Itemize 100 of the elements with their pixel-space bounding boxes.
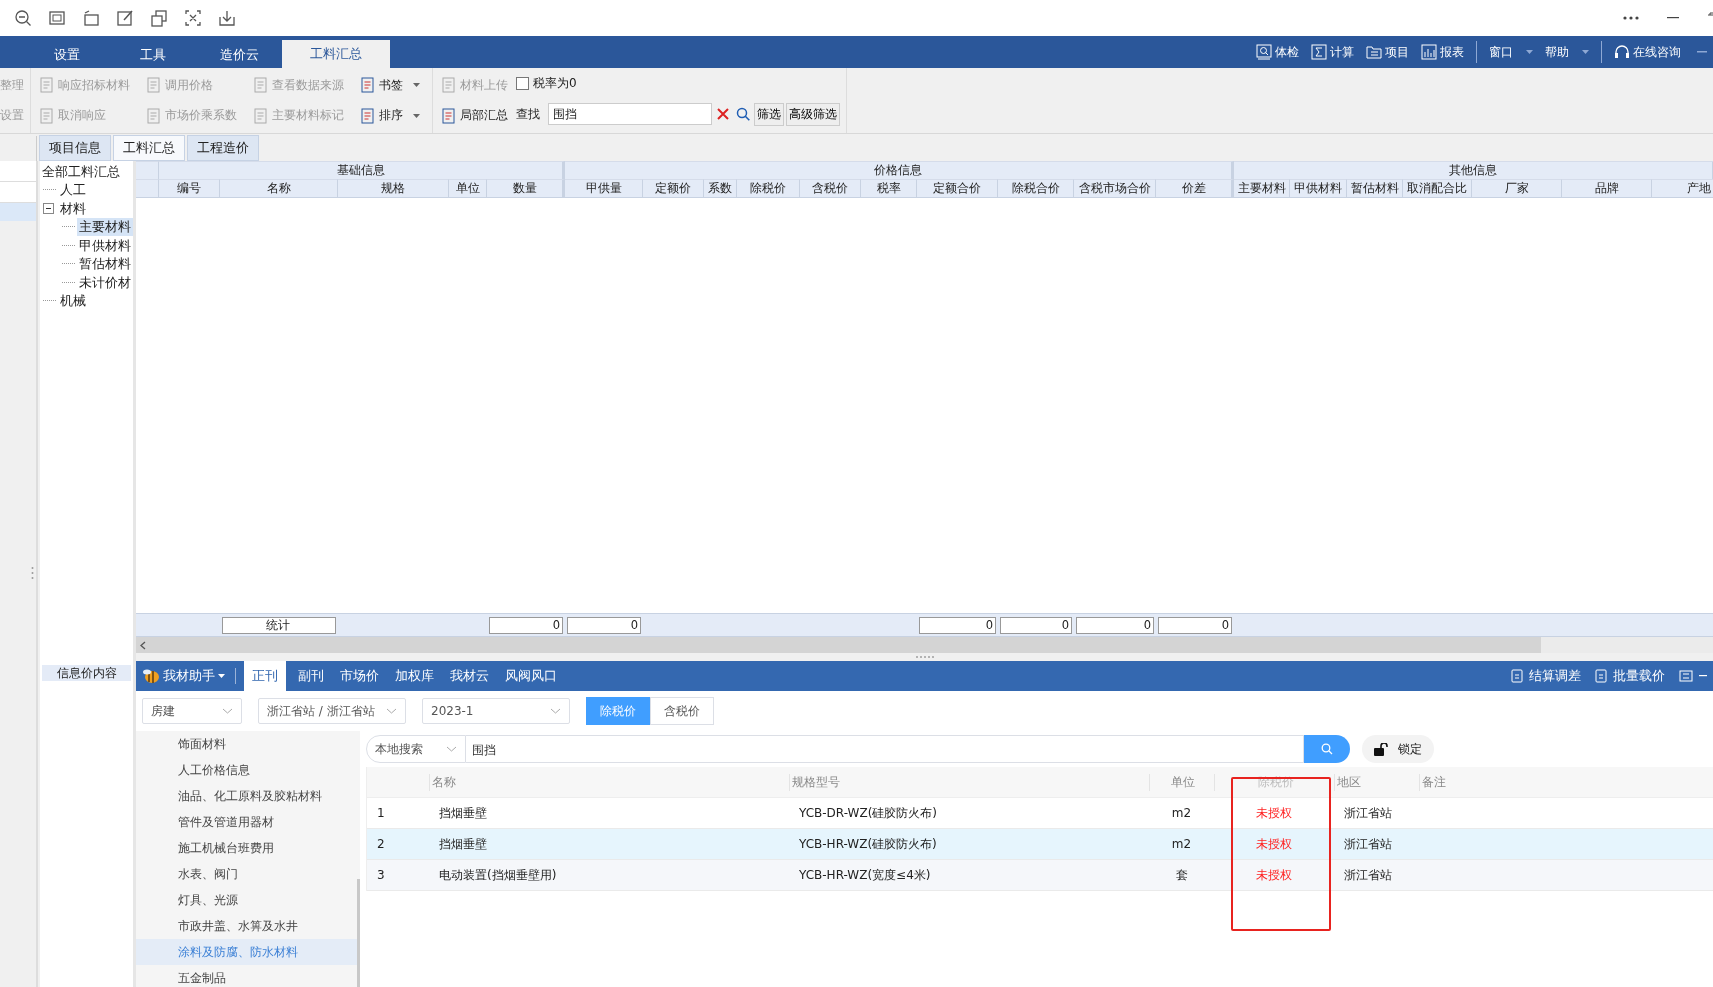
column-header[interactable]: 取消配合比 — [1403, 179, 1472, 197]
filter-button[interactable]: 高级筛选 — [786, 102, 840, 126]
tree-item[interactable]: 主要材料 — [77, 218, 133, 237]
column-header[interactable]: 品牌 — [1562, 179, 1652, 197]
source-tab[interactable]: 副刊 — [290, 661, 332, 691]
category-item[interactable]: 水表、阀门 — [136, 861, 360, 887]
table-row[interactable]: 2 挡烟垂壁 YCB-HR-WZ(硅胶防火布) m2 未授权 浙江省站 — [367, 829, 1713, 860]
table-row[interactable]: 3 电动装置(挡烟垂壁用) YCB-HR-WZ(宽度≤4米) 套 未授权 浙江省站 — [367, 860, 1713, 891]
column-header[interactable]: 编号 — [159, 179, 220, 197]
category-item[interactable]: 管件及管道用器材 — [136, 809, 360, 835]
toolbar-button[interactable]: 结算调差 — [1511, 667, 1581, 685]
column-header[interactable]: 单位 — [449, 179, 487, 197]
search-button[interactable] — [1304, 735, 1350, 763]
scroll-left-icon[interactable] — [140, 640, 146, 650]
search-field[interactable]: 围挡 — [466, 735, 1304, 763]
minimize-icon[interactable] — [1699, 675, 1707, 677]
menu-tab[interactable]: 设置 — [24, 42, 110, 68]
copy-icon[interactable] — [150, 9, 168, 27]
column-header[interactable]: 除税合价 — [998, 179, 1074, 197]
minimize-icon[interactable] — [1667, 17, 1679, 19]
menu-tab[interactable]: 工具 — [110, 42, 196, 68]
collapse-icon[interactable] — [43, 203, 54, 215]
menu-action[interactable]: 在线咨询 — [1614, 43, 1681, 61]
category-item[interactable]: 五金制品 — [136, 965, 360, 987]
download-icon[interactable] — [218, 9, 236, 27]
frame-icon[interactable] — [48, 9, 66, 27]
menu-action[interactable]: 项目 — [1366, 43, 1409, 61]
menu-action[interactable]: 帮助 — [1545, 43, 1589, 61]
ribbon-button[interactable]: 书签 — [360, 76, 420, 94]
source-tab[interactable]: 市场价 — [332, 661, 387, 691]
source-tab[interactable]: 我材云 — [442, 661, 497, 691]
formula-icon[interactable] — [184, 9, 202, 27]
column-header[interactable]: 规格型号 — [789, 773, 1149, 791]
brand-menu[interactable]: 我材助手 — [136, 667, 225, 685]
category-item[interactable]: 油品、化工原料及胶粘材料 — [136, 783, 360, 809]
toolbar-button[interactable]: 批量载价 — [1595, 667, 1665, 685]
dropdown[interactable]: 2023-1 — [422, 698, 570, 724]
edit-icon[interactable] — [116, 9, 134, 27]
column-header[interactable]: 税率 — [861, 179, 917, 197]
menu-action[interactable]: 体检 — [1256, 43, 1299, 61]
column-header[interactable]: 含税价 — [800, 179, 861, 197]
scroll-thumb[interactable] — [1541, 637, 1713, 653]
category-item[interactable]: 人工价格信息 — [136, 757, 360, 783]
tree-item[interactable]: 暂估材料 — [77, 255, 133, 274]
dropdown[interactable]: 房建 — [142, 698, 242, 724]
column-header[interactable]: 规格 — [338, 179, 449, 197]
tree-item[interactable]: 人工 — [58, 181, 88, 200]
find-field[interactable]: 围挡 — [548, 103, 712, 126]
category-item[interactable]: 饰面材料 — [136, 731, 360, 757]
document-icon — [253, 107, 268, 124]
source-tab[interactable]: 正刊 — [244, 661, 286, 691]
category-item[interactable]: 施工机械台班费用 — [136, 835, 360, 861]
column-header[interactable]: 备注 — [1419, 773, 1713, 791]
column-header[interactable]: 主要材料 — [1234, 179, 1290, 197]
menu-action[interactable]: 窗口 — [1489, 43, 1533, 61]
column-header[interactable]: 甲供量 — [565, 179, 643, 197]
document-tab[interactable]: 项目信息 — [39, 135, 111, 161]
dropdown[interactable]: 浙江省站 / 浙江省站 — [258, 698, 406, 724]
tree-item[interactable]: 全部工料汇总 — [40, 163, 133, 181]
menu-action[interactable]: 报表 — [1421, 43, 1464, 61]
tree-item[interactable]: 材料 — [58, 199, 88, 218]
tree-item[interactable]: 机械 — [58, 292, 88, 311]
column-header[interactable]: 产地 — [1652, 179, 1713, 197]
menu-tab[interactable]: 造价云 — [196, 42, 282, 68]
menu-action[interactable]: 计算 — [1311, 43, 1354, 61]
column-header[interactable]: 含税市场合价 — [1074, 179, 1156, 197]
price-mode-button[interactable]: 含税价 — [650, 697, 714, 725]
column-header[interactable]: 暂估材料 — [1347, 179, 1403, 197]
column-header[interactable]: 系数 — [704, 179, 737, 197]
search-icon[interactable] — [736, 107, 750, 122]
column-header[interactable]: 厂家 — [1472, 179, 1562, 197]
zoom-out-icon[interactable] — [14, 9, 32, 27]
source-tab[interactable]: 加权库 — [387, 661, 442, 691]
splitter-grip-icon[interactable] — [31, 566, 34, 580]
column-header[interactable]: 名称 — [429, 773, 789, 791]
more-icon[interactable] — [1623, 16, 1639, 20]
column-header[interactable]: 地区 — [1334, 773, 1419, 791]
clear-icon[interactable] — [716, 107, 730, 122]
source-tab[interactable]: 风阀风口 — [497, 661, 565, 691]
column-header[interactable]: 名称 — [220, 179, 338, 197]
column-header[interactable]: 甲供材料 — [1290, 179, 1347, 197]
category-item[interactable]: 涂料及防腐、防水材料 — [136, 939, 360, 965]
rotate-icon[interactable] — [82, 9, 100, 27]
menu-tab[interactable]: 工料汇总 — [282, 40, 390, 68]
lock-button[interactable]: 锁定 — [1362, 735, 1434, 763]
column-header[interactable]: 定额合价 — [917, 179, 998, 197]
column-header[interactable]: 除税价 — [737, 179, 800, 197]
category-item[interactable]: 灯具、光源 — [136, 887, 360, 913]
side-tab[interactable]: 信息价内容 — [42, 665, 131, 681]
tree-item[interactable]: 甲供材料 — [77, 236, 133, 255]
document-tab[interactable]: 工程造价 — [187, 135, 259, 161]
column-header[interactable]: 定额价 — [643, 179, 704, 197]
category-item[interactable]: 市政井盖、水箅及水井 — [136, 913, 360, 939]
tree-item[interactable]: 未计价材 — [77, 273, 133, 292]
document-tab[interactable]: 工料汇总 — [113, 135, 185, 161]
ribbon-button[interactable]: 排序 — [360, 107, 420, 125]
checkbox[interactable]: 税率为0 — [516, 75, 840, 93]
ribbon-button[interactable]: 局部汇总 — [441, 107, 508, 125]
column-header[interactable]: 单位 — [1149, 773, 1214, 791]
filter-button[interactable]: 筛选 — [754, 102, 784, 126]
